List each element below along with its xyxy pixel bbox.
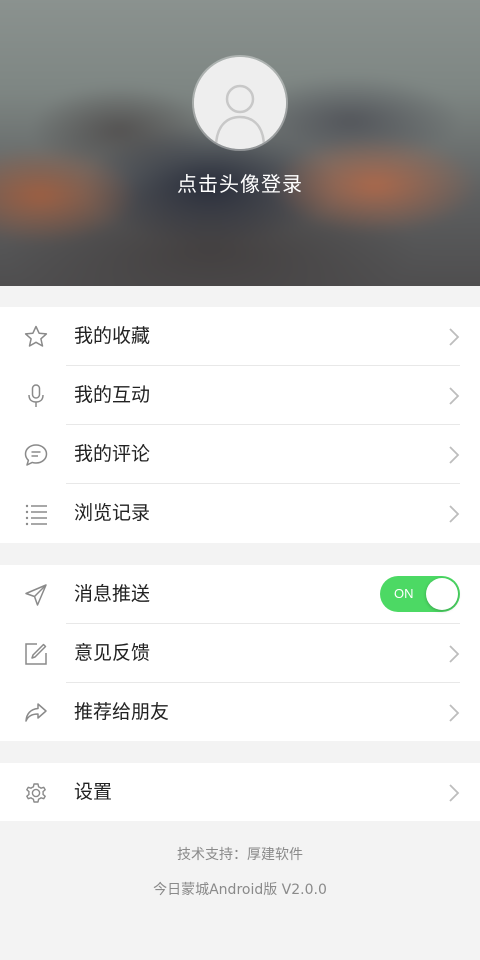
login-prompt[interactable]: 点击头像登录	[0, 168, 480, 197]
menu-group-settings: 设置	[0, 763, 480, 821]
profile-header: 点击头像登录	[0, 0, 480, 286]
chevron-right-icon	[447, 644, 461, 664]
chevron-right-icon	[447, 327, 461, 347]
menu-item-label: 设置	[74, 781, 113, 803]
menu-item-interactions[interactable]: 我的互动	[0, 366, 480, 425]
edit-icon	[23, 641, 49, 667]
avatar[interactable]	[194, 57, 286, 149]
comment-icon	[23, 442, 49, 468]
profile-page: 点击头像登录 我的收藏 我的互动 我的评论 浏览记录 消息推送 ON 意见反馈 …	[0, 0, 480, 960]
menu-item-label: 我的评论	[74, 443, 151, 465]
share-icon	[23, 700, 49, 726]
menu-item-label: 浏览记录	[74, 502, 151, 524]
chevron-right-icon	[447, 504, 461, 524]
menu-item-history[interactable]: 浏览记录	[0, 484, 480, 543]
version-text: 今日蒙城Android版 V2.0.0	[153, 882, 327, 898]
menu-group-personal: 我的收藏 我的互动 我的评论 浏览记录	[0, 307, 480, 543]
gear-icon	[23, 780, 49, 806]
push-toggle[interactable]: ON	[380, 576, 460, 612]
menu-item-comments[interactable]: 我的评论	[0, 425, 480, 484]
menu-item-label: 推荐给朋友	[74, 701, 170, 723]
star-icon	[23, 324, 49, 350]
toggle-knob	[426, 578, 458, 610]
toggle-state-label: ON	[394, 586, 414, 601]
menu-item-label: 我的收藏	[74, 325, 151, 347]
tech-support-text: 技术支持：厚建软件	[177, 847, 303, 863]
list-icon	[23, 501, 49, 527]
chevron-right-icon	[447, 703, 461, 723]
menu-item-label: 意见反馈	[74, 642, 151, 664]
menu-item-label: 消息推送	[74, 583, 151, 605]
menu-item-label: 我的互动	[74, 384, 151, 406]
menu-item-push-notifications: 消息推送 ON	[0, 565, 480, 624]
microphone-icon	[23, 383, 49, 409]
menu-group-app: 消息推送 ON 意见反馈 推荐给朋友	[0, 565, 480, 741]
send-icon	[23, 582, 49, 608]
chevron-right-icon	[447, 386, 461, 406]
menu-item-recommend[interactable]: 推荐给朋友	[0, 683, 480, 742]
menu-item-feedback[interactable]: 意见反馈	[0, 624, 480, 683]
user-icon	[194, 57, 286, 149]
chevron-right-icon	[447, 783, 461, 803]
chevron-right-icon	[447, 445, 461, 465]
menu-item-settings[interactable]: 设置	[0, 763, 480, 821]
menu-item-favorites[interactable]: 我的收藏	[0, 307, 480, 366]
